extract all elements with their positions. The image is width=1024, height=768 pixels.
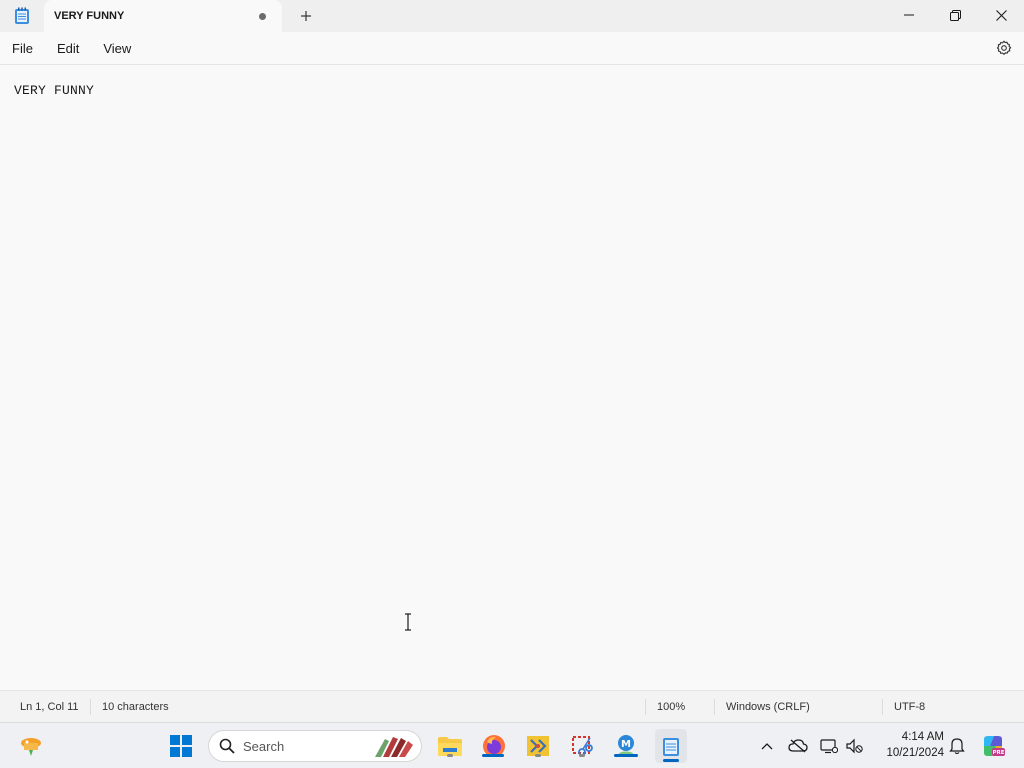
taskbar-snipping-tool[interactable] xyxy=(567,731,597,761)
running-indicator xyxy=(447,754,453,757)
bell-icon xyxy=(949,738,965,755)
gear-icon xyxy=(996,40,1012,55)
close-button[interactable] xyxy=(978,0,1024,30)
onedrive-tray-icon[interactable] xyxy=(787,735,809,757)
copilot-button[interactable]: PRE xyxy=(980,733,1006,759)
show-hidden-icons-button[interactable] xyxy=(756,735,778,757)
text-cursor-icon xyxy=(405,613,411,631)
taskbar-maps-app[interactable]: M xyxy=(611,731,641,761)
clock-time: 4:14 AM xyxy=(901,731,944,743)
widgets-icon[interactable] xyxy=(16,731,46,761)
cursor-position: Ln 1, Col 11 xyxy=(20,701,79,713)
search-label: Search xyxy=(243,738,285,754)
character-count: 10 characters xyxy=(102,701,169,713)
unsaved-dot-icon[interactable] xyxy=(259,12,266,20)
text-editor-area[interactable]: VERY FUNNY xyxy=(0,66,1024,690)
settings-button[interactable] xyxy=(984,33,1024,63)
running-indicator xyxy=(663,759,679,762)
running-indicator xyxy=(482,754,504,757)
tab-very-funny[interactable]: VERY FUNNY xyxy=(44,0,282,32)
editor-text[interactable]: VERY FUNNY xyxy=(14,83,94,98)
speaker-muted-icon xyxy=(846,738,863,754)
plus-icon xyxy=(301,11,311,21)
zoom-level[interactable]: 100% xyxy=(657,701,685,713)
search-icon xyxy=(219,738,235,754)
title-bar: VERY FUNNY xyxy=(0,0,1024,32)
notepad-icon xyxy=(663,738,679,756)
new-tab-button[interactable] xyxy=(282,0,330,32)
status-bar: Ln 1, Col 11 10 characters 100% Windows … xyxy=(0,690,1024,722)
line-ending[interactable]: Windows (CRLF) xyxy=(726,701,810,713)
running-indicator xyxy=(579,754,585,757)
menu-edit[interactable]: Edit xyxy=(45,34,91,62)
copilot-icon: PRE xyxy=(984,736,1005,756)
search-highlight-icon xyxy=(375,737,413,757)
volume-tray-icon[interactable] xyxy=(844,735,866,757)
network-tray-icon[interactable] xyxy=(818,735,840,757)
clock-date: 10/21/2024 xyxy=(886,747,944,759)
close-icon xyxy=(995,9,1007,21)
network-icon xyxy=(820,739,838,754)
status-divider xyxy=(645,699,646,715)
status-divider xyxy=(882,699,883,715)
taskbar-file-explorer[interactable] xyxy=(435,731,465,761)
menu-file[interactable]: File xyxy=(0,34,45,62)
status-divider xyxy=(90,699,91,715)
windows-logo-icon xyxy=(170,735,192,757)
taskbar-firefox[interactable] xyxy=(479,731,509,761)
taskbar: Search M 4:14 AM 10/21/2024 PRE xyxy=(0,722,1024,768)
chevron-up-icon xyxy=(761,743,773,750)
taskbar-search-box[interactable]: Search xyxy=(208,730,422,762)
taskbar-app-yellow[interactable] xyxy=(523,731,553,761)
restore-button[interactable] xyxy=(932,0,978,30)
notepad-app-icon xyxy=(0,0,44,32)
svg-text:M: M xyxy=(621,739,631,750)
restore-icon xyxy=(949,9,961,21)
notifications-button[interactable] xyxy=(946,735,968,757)
taskbar-notepad[interactable] xyxy=(655,729,687,763)
cloud-offline-icon xyxy=(788,739,808,753)
minimize-icon xyxy=(904,14,914,16)
svg-text:PRE: PRE xyxy=(992,750,1004,756)
minimize-button[interactable] xyxy=(886,0,932,30)
menu-view[interactable]: View xyxy=(91,34,143,62)
running-indicator xyxy=(535,754,541,757)
start-button[interactable] xyxy=(166,731,196,761)
tab-title: VERY FUNNY xyxy=(54,10,125,22)
status-divider xyxy=(714,699,715,715)
running-indicator xyxy=(614,754,638,757)
taskbar-clock[interactable]: 4:14 AM 10/21/2024 xyxy=(872,729,944,761)
encoding[interactable]: UTF-8 xyxy=(894,701,925,713)
menu-bar: File Edit View xyxy=(0,32,1024,65)
